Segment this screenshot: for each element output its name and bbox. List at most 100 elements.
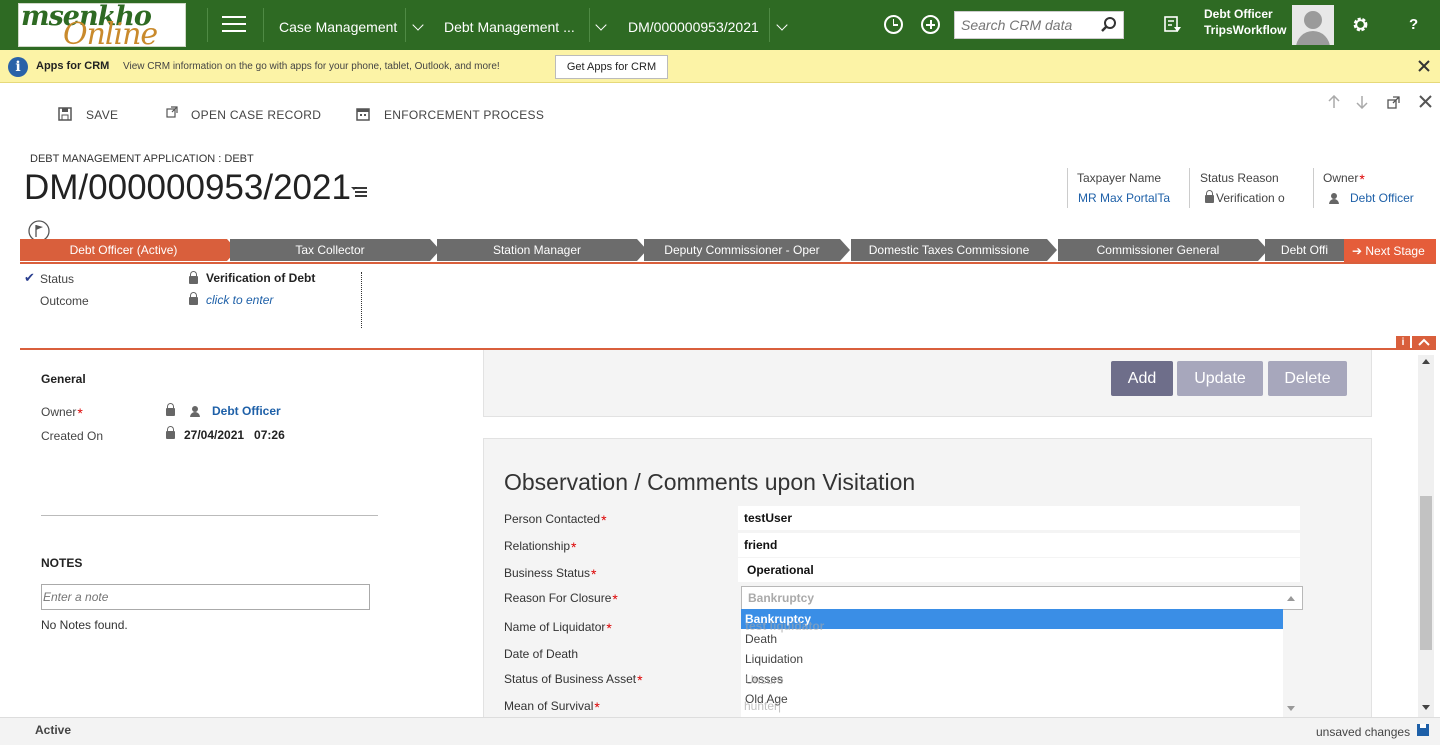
lock-icon — [166, 426, 175, 439]
save-icon[interactable] — [58, 107, 72, 121]
lock-icon — [166, 403, 175, 416]
lock-icon — [189, 271, 198, 284]
app-logo[interactable]: msenkho Online — [18, 1, 186, 52]
search-box — [954, 11, 1124, 39]
advanced-find-icon[interactable] — [1164, 16, 1182, 34]
avatar[interactable] — [1292, 5, 1334, 45]
stage-debt-officer-final[interactable]: Debt Offi — [1265, 239, 1344, 261]
reason-for-closure-select[interactable]: Bankruptcy — [741, 586, 1303, 610]
recent-history-icon[interactable] — [884, 15, 903, 34]
banner-title: Apps for CRM — [36, 60, 110, 72]
search-input[interactable] — [955, 12, 1095, 38]
collapse-icon[interactable] — [1412, 336, 1436, 349]
chevron-down-icon[interactable] — [412, 19, 424, 31]
left-divider — [41, 515, 378, 516]
scroll-up-icon[interactable] — [1422, 358, 1430, 364]
nav-record-number[interactable]: DM/000000953/2021 — [628, 19, 759, 35]
scroll-down-icon[interactable] — [1422, 705, 1430, 711]
update-button[interactable]: Update — [1177, 361, 1263, 396]
save-button[interactable]: SAVE — [86, 108, 118, 122]
info-toggle-icon[interactable]: i — [1396, 336, 1410, 349]
lock-icon — [189, 292, 198, 305]
nav-case-management[interactable]: Case Management — [279, 19, 397, 35]
stage-debt-officer[interactable]: Debt Officer (Active) — [20, 239, 227, 261]
nav-divider — [589, 8, 590, 42]
liquidator-label: Name of Liquidator* — [504, 620, 612, 636]
liquidator-value: test liquidator — [745, 619, 825, 633]
created-on-value: 27/04/2021 07:26 — [184, 428, 285, 442]
chevron-down-icon[interactable] — [776, 19, 788, 31]
hamburger-menu-icon[interactable] — [222, 16, 246, 34]
business-asset-label: Status of Business Asset* — [504, 672, 643, 688]
stage-station-manager[interactable]: Station Manager — [437, 239, 637, 261]
stage-deputy-commissioner[interactable]: Deputy Commissioner - Oper — [644, 239, 840, 261]
save-icon[interactable] — [1417, 724, 1429, 736]
close-banner-icon[interactable] — [1418, 60, 1430, 72]
user-icon — [190, 406, 200, 417]
header-divider — [1189, 168, 1190, 208]
stage-tax-collector[interactable]: Tax Collector — [230, 239, 430, 261]
entity-name: DEBT MANAGEMENT APPLICATION : DEBT — [30, 153, 254, 165]
nav-divider — [405, 8, 406, 42]
business-status-field[interactable]: Operational — [738, 558, 1300, 582]
general-section-title: General — [41, 372, 86, 386]
calendar-icon[interactable] — [356, 107, 370, 121]
taxpayer-name-link[interactable]: MR Max PortalTa — [1078, 191, 1184, 205]
outcome-input[interactable]: click to enter — [206, 293, 273, 307]
get-apps-button[interactable]: Get Apps for CRM — [555, 55, 668, 79]
note-input[interactable] — [42, 585, 362, 609]
enforcement-process-button[interactable]: ENFORCEMENT PROCESS — [384, 108, 544, 122]
person-contacted-field[interactable]: testUser — [738, 506, 1300, 530]
lock-icon — [1205, 190, 1214, 203]
date-of-death-label: Date of Death — [504, 647, 579, 661]
next-stage-button[interactable]: ➔ Next Stage — [1344, 239, 1436, 263]
stage-arrow — [840, 239, 850, 261]
user-name: Debt Officer — [1204, 7, 1273, 21]
checkmark-icon: ✔ — [24, 270, 35, 285]
stage-commissioner-general[interactable]: Commissioner General — [1058, 239, 1258, 261]
observation-title: Observation / Comments upon Visitation — [504, 469, 916, 495]
stage-status-value: Verification of Debt — [206, 271, 316, 285]
general-owner-link[interactable]: Debt Officer — [212, 404, 281, 418]
no-notes-text: No Notes found. — [41, 618, 128, 632]
arrow-right-icon: ➔ — [1352, 244, 1366, 258]
chevron-down-icon[interactable] — [595, 19, 607, 31]
scrollbar-thumb[interactable] — [1420, 496, 1432, 650]
next-record-icon[interactable] — [1356, 95, 1368, 109]
nav-debt-management[interactable]: Debt Management ... — [444, 19, 575, 35]
popout-icon[interactable] — [1387, 96, 1400, 109]
user-info[interactable]: Debt Officer TripsWorkflow — [1204, 6, 1286, 38]
gear-icon[interactable] — [1351, 15, 1370, 34]
status-reason-label: Status Reason — [1200, 171, 1279, 185]
chevron-down-icon[interactable] — [1287, 706, 1295, 712]
relationship-field[interactable]: friend — [738, 533, 1300, 557]
search-icon[interactable] — [1101, 17, 1117, 33]
option-old-age[interactable]: Old Age — [741, 689, 1283, 709]
open-record-icon[interactable] — [166, 106, 178, 118]
header-divider — [1313, 168, 1314, 208]
close-form-icon[interactable] — [1419, 95, 1432, 108]
business-status-label: Business Status* — [504, 566, 597, 582]
user-organization: TripsWorkflow — [1204, 23, 1287, 37]
reason-selected-value: Bankruptcy — [748, 591, 815, 605]
stage-status-label: Status — [40, 272, 75, 286]
user-icon — [1329, 193, 1339, 204]
previous-record-icon[interactable] — [1328, 95, 1340, 109]
survival-value: hunter| — [744, 699, 782, 713]
owner-link[interactable]: Debt Officer — [1350, 191, 1420, 205]
owner-label: Owner* — [1323, 171, 1365, 187]
status-reason-value: Verification o — [1216, 191, 1285, 205]
help-icon[interactable]: ? — [1409, 16, 1418, 33]
top-nav-bar: msenkho Online Case Management Debt Mana… — [0, 0, 1440, 52]
option-losses[interactable]: Losses — [741, 669, 1283, 689]
create-new-icon[interactable] — [921, 15, 940, 34]
stage-domestic-taxes-commissioner[interactable]: Domestic Taxes Commissione — [851, 239, 1047, 261]
add-button[interactable]: Add — [1111, 361, 1173, 396]
general-owner-label: Owner* — [41, 405, 83, 421]
status-bar: Active unsaved changes — [0, 717, 1440, 745]
delete-button[interactable]: Delete — [1268, 361, 1347, 396]
nav-divider — [769, 8, 770, 42]
option-liquidation[interactable]: Liquidation — [741, 649, 1283, 669]
record-menu-icon[interactable] — [350, 184, 368, 198]
open-case-record-button[interactable]: OPEN CASE RECORD — [191, 108, 321, 122]
